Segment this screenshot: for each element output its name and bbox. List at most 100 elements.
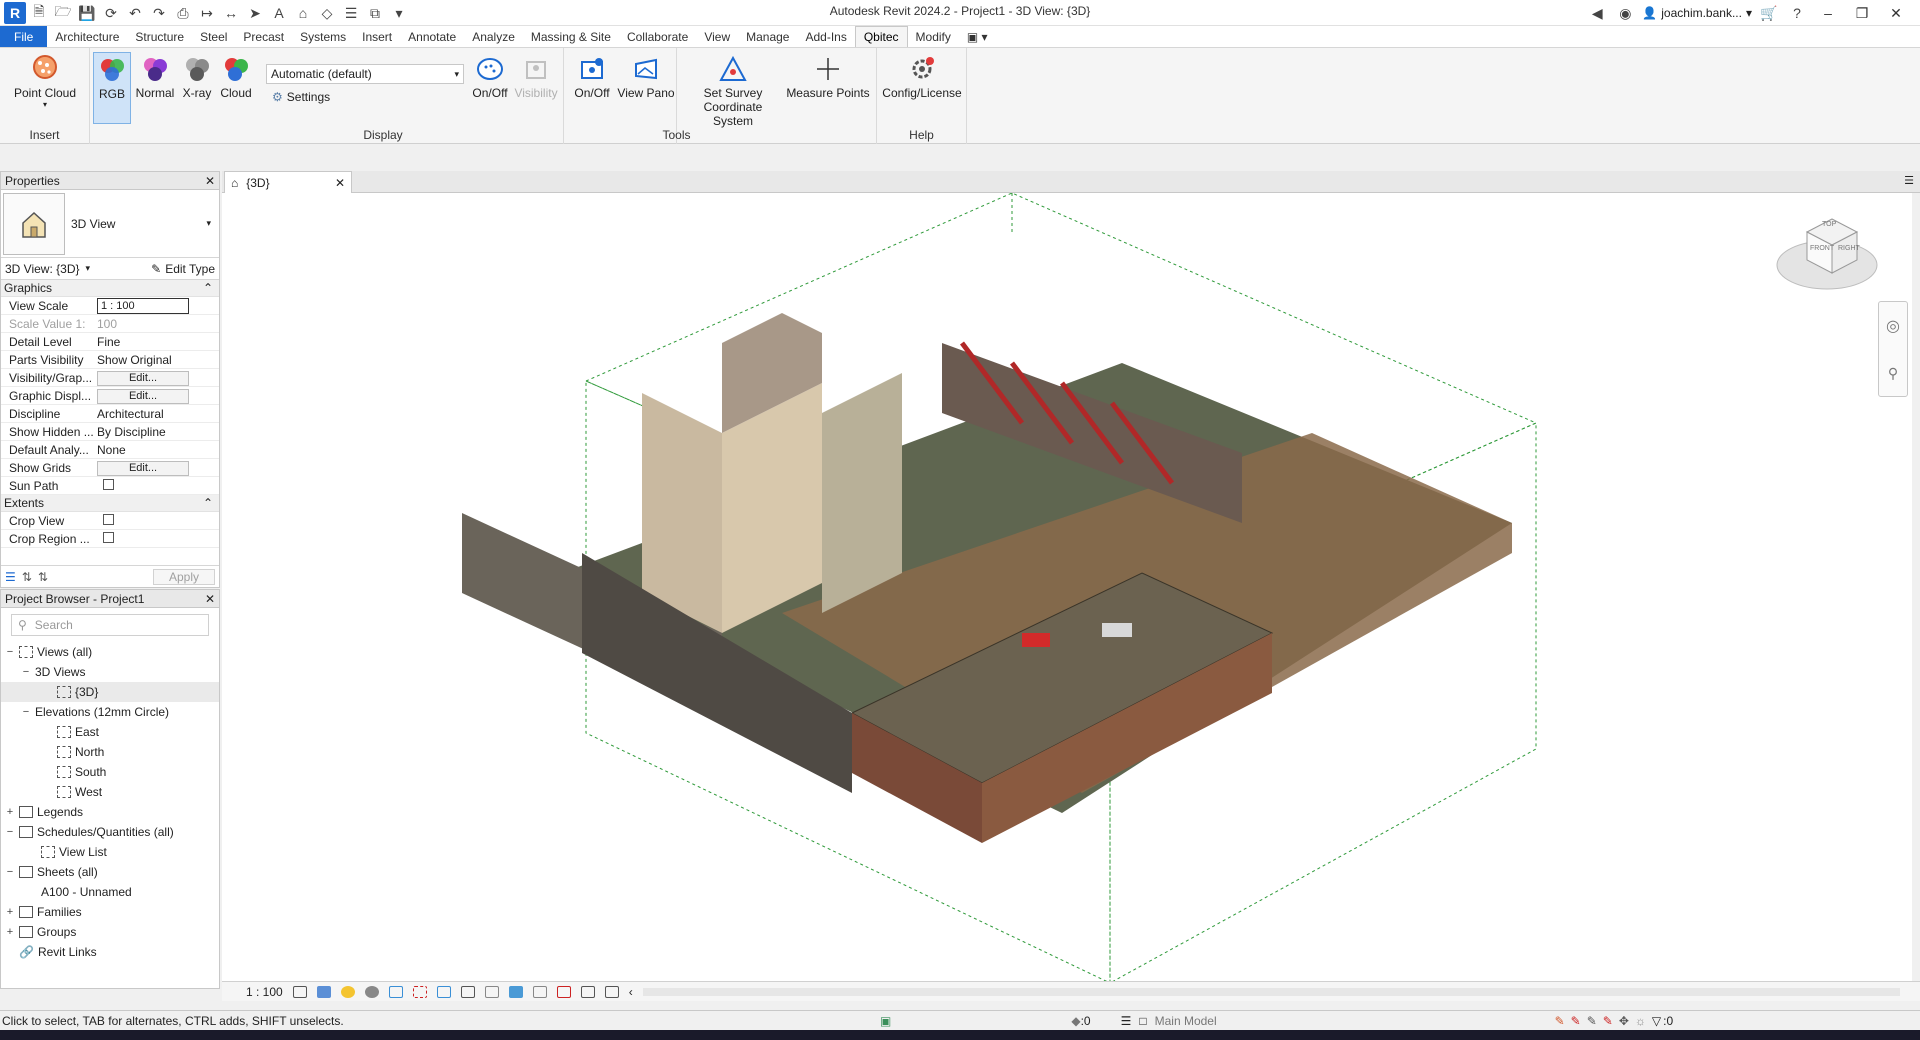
design-options-icon-2[interactable]: □	[1139, 1014, 1146, 1028]
tab-insert[interactable]: Insert	[354, 26, 400, 47]
section-icon[interactable]: ◇	[316, 2, 338, 24]
crop-view-icon[interactable]	[412, 985, 427, 998]
settings-button[interactable]: ⚙ Settings	[272, 90, 330, 104]
cloud-button[interactable]: Cloud	[216, 52, 256, 100]
tree-node-families[interactable]: + Families	[1, 902, 219, 922]
edit-button[interactable]: Edit...	[97, 460, 189, 476]
tab-qbitec[interactable]: Qbitec	[854, 26, 908, 47]
tree-node-3d-views[interactable]: − 3D Views	[1, 662, 219, 682]
tab-list-icon[interactable]: ☰	[1904, 174, 1914, 187]
shadows-icon[interactable]	[364, 985, 379, 998]
text-icon[interactable]: A	[268, 2, 290, 24]
select-by-face-icon[interactable]: ✎	[1603, 1014, 1613, 1028]
edit-type-button[interactable]: ✎ Edit Type	[151, 262, 215, 276]
crop-view-checkbox[interactable]	[103, 513, 114, 525]
tab-annotate[interactable]: Annotate	[400, 26, 464, 47]
design-options-icon[interactable]: ☰	[1121, 1014, 1132, 1028]
thin-lines-icon[interactable]: ☰	[340, 2, 362, 24]
chevron-left-icon[interactable]: ‹	[629, 985, 633, 999]
tab-massing-site[interactable]: Massing & Site	[523, 26, 619, 47]
reveal-constraints-icon[interactable]	[580, 985, 595, 998]
point-cloud-button[interactable]: Point Cloud ▾	[8, 52, 82, 109]
browser-search-input[interactable]: ⚲ Search	[11, 614, 209, 636]
customize-qat-icon[interactable]: ▾	[388, 2, 410, 24]
measure-points-button[interactable]: Measure Points	[785, 52, 871, 100]
view-scale-label[interactable]: 1 : 100	[246, 985, 283, 999]
prop-value[interactable]: By Discipline	[95, 425, 219, 439]
tools-onoff-button[interactable]: On/Off	[572, 52, 612, 100]
tab-architecture[interactable]: Architecture	[47, 26, 127, 47]
editable-only-icon[interactable]: ▣	[880, 1014, 891, 1028]
tree-node-schedules[interactable]: − Schedules/Quantities (all)	[1, 822, 219, 842]
minimize-button[interactable]: –	[1814, 5, 1842, 21]
open-icon[interactable]: 🗎	[28, 2, 50, 24]
main-model-dropdown[interactable]: Main Model	[1155, 1014, 1555, 1028]
revit-logo-icon[interactable]: R	[4, 2, 26, 24]
tab-structure[interactable]: Structure	[127, 26, 192, 47]
instance-selector[interactable]: 3D View: {3D} ▾	[5, 262, 90, 276]
sync-icon[interactable]: ⟳	[100, 2, 122, 24]
graphics-group-header[interactable]: Graphics ⌃	[1, 280, 219, 297]
restore-button[interactable]: ❐	[1848, 5, 1876, 22]
sun-path-checkbox[interactable]	[103, 478, 114, 490]
config-license-button[interactable]: Config/License	[881, 52, 963, 100]
select-pinned-icon[interactable]: ✎	[1587, 1014, 1597, 1028]
select-underlay-icon[interactable]: ✎	[1571, 1014, 1581, 1028]
tree-node-west[interactable]: West	[1, 782, 219, 802]
reveal-hidden-icon[interactable]	[508, 985, 523, 998]
sort-za-icon[interactable]: ⇅	[38, 570, 48, 584]
view-tab-3d[interactable]: ⌂ {3D} ✕	[224, 171, 352, 193]
home-3d-icon[interactable]: ⌂	[292, 2, 314, 24]
tree-node-north[interactable]: North	[1, 742, 219, 762]
worksharing-display-icon[interactable]	[532, 985, 547, 998]
steering-wheel-icon[interactable]: ◎	[1886, 316, 1900, 336]
tree-node-south[interactable]: South	[1, 762, 219, 782]
display-mode-dropdown[interactable]: Automatic (default) ▾	[266, 64, 464, 84]
background-process-icon[interactable]: ☼	[1635, 1014, 1646, 1028]
print-icon[interactable]: ⎙	[172, 2, 194, 24]
display-onoff-button[interactable]: On/Off	[468, 52, 512, 100]
tree-node-views-all[interactable]: − Views (all)	[1, 642, 219, 662]
prop-value[interactable]: None	[95, 443, 219, 457]
tools-onoff-label[interactable]: On/Off	[574, 86, 609, 100]
tab-systems[interactable]: Systems	[292, 26, 354, 47]
horizontal-scrollbar[interactable]	[642, 987, 1900, 996]
tab-collaborate[interactable]: Collaborate	[619, 26, 696, 47]
tab-precast[interactable]: Precast	[235, 26, 292, 47]
ribbon-options-icon[interactable]: ▣ ▾	[959, 26, 996, 47]
select-links-icon[interactable]: ✎	[1555, 1014, 1565, 1028]
view-pano-button[interactable]: View Pano	[616, 52, 676, 100]
worksets-icon[interactable]: ◆	[1071, 1014, 1080, 1028]
close-icon[interactable]: ✕	[205, 592, 215, 606]
tree-node-view-list[interactable]: View List	[1, 842, 219, 862]
temp-properties-icon[interactable]	[556, 985, 571, 998]
edit-button[interactable]: Edit...	[97, 370, 189, 386]
close-icon[interactable]: ✕	[335, 176, 345, 190]
tab-analyze[interactable]: Analyze	[464, 26, 523, 47]
expand-icon[interactable]: +	[5, 806, 15, 818]
tab-modify[interactable]: Modify	[908, 26, 959, 47]
crop-region-checkbox[interactable]	[103, 531, 114, 543]
analysis-display-icon[interactable]	[604, 985, 619, 998]
chevron-left-icon[interactable]: ◀	[1586, 2, 1608, 24]
close-icon[interactable]: ✕	[205, 174, 215, 188]
sort-category-icon[interactable]: ☰	[5, 570, 16, 584]
undo-icon[interactable]: ↶	[124, 2, 146, 24]
tree-node-legends[interactable]: + Legends	[1, 802, 219, 822]
zoom-icon[interactable]: ⚲	[1888, 365, 1898, 382]
3d-view-canvas[interactable]: TOP FRONT RIGHT ◎ ⚲	[222, 192, 1912, 984]
close-button[interactable]: ✕	[1882, 5, 1910, 22]
show-crop-icon[interactable]	[436, 985, 451, 998]
visual-style-icon[interactable]	[316, 985, 331, 998]
tree-node-elevations[interactable]: − Elevations (12mm Circle)	[1, 702, 219, 722]
view-scale-input[interactable]: 1 : 100	[97, 297, 189, 314]
temporary-hide-icon[interactable]	[484, 985, 499, 998]
xray-button[interactable]: X-ray	[178, 52, 216, 100]
tree-node-groups[interactable]: + Groups	[1, 922, 219, 942]
prop-value[interactable]: Architectural	[95, 407, 219, 421]
lock-3d-view-icon[interactable]	[460, 985, 475, 998]
tab-view[interactable]: View	[696, 26, 738, 47]
rgb-button[interactable]: RGB	[93, 52, 131, 124]
tab-file[interactable]: File	[0, 26, 48, 47]
cart-icon[interactable]: 🛒	[1758, 2, 1780, 24]
